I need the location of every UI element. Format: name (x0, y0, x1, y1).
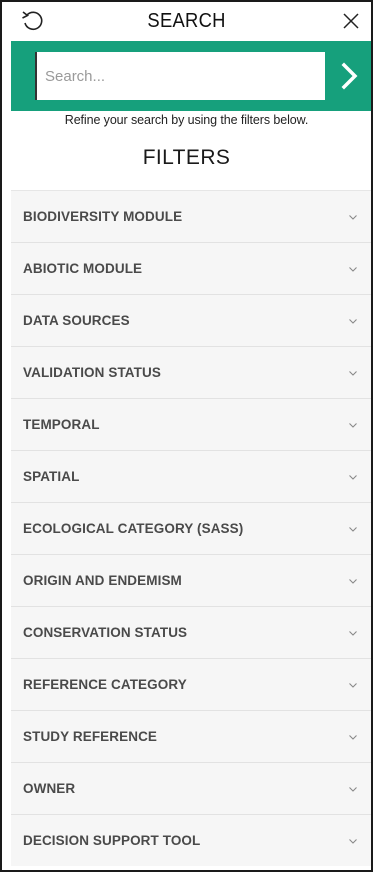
filter-label: DECISION SUPPORT TOOL (23, 833, 201, 848)
filter-label: SPATIAL (23, 469, 80, 484)
chevron-down-icon (349, 786, 357, 792)
filter-label: CONSERVATION STATUS (23, 625, 188, 640)
undo-icon[interactable] (19, 8, 45, 34)
filter-label: ABIOTIC MODULE (23, 261, 143, 276)
filter-biodiversity-module[interactable]: BIODIVERSITY MODULE (11, 190, 371, 242)
filter-conservation-status[interactable]: CONSERVATION STATUS (11, 606, 371, 658)
search-panel: SEARCH Refine your search by using the f… (0, 0, 373, 872)
chevron-down-icon (349, 370, 357, 376)
filter-label: DATA SOURCES (23, 313, 130, 328)
search-submit-button[interactable] (333, 59, 367, 93)
chevron-down-icon (349, 578, 357, 584)
filter-spatial[interactable]: SPATIAL (11, 450, 371, 502)
filter-study-reference[interactable]: STUDY REFERENCE (11, 710, 371, 762)
filter-label: BIODIVERSITY MODULE (23, 209, 183, 224)
chevron-down-icon (349, 682, 357, 688)
filter-temporal[interactable]: TEMPORAL (11, 398, 371, 450)
filter-ecological-category[interactable]: ECOLOGICAL CATEGORY (SASS) (11, 502, 371, 554)
search-bar (11, 41, 371, 111)
panel-title: SEARCH (147, 9, 226, 32)
chevron-down-icon (349, 422, 357, 428)
close-icon[interactable] (339, 9, 363, 33)
filter-origin-endemism[interactable]: ORIGIN AND ENDEMISM (11, 554, 371, 606)
chevron-down-icon (349, 266, 357, 272)
chevron-down-icon (349, 838, 357, 844)
filter-reference-category[interactable]: REFERENCE CATEGORY (11, 658, 371, 710)
chevron-down-icon (349, 318, 357, 324)
filter-label: ECOLOGICAL CATEGORY (SASS) (23, 521, 244, 536)
filter-label: REFERENCE CATEGORY (23, 677, 187, 692)
filter-label: ORIGIN AND ENDEMISM (23, 573, 182, 588)
chevron-down-icon (349, 214, 357, 220)
panel-header: SEARCH (2, 2, 371, 40)
chevron-down-icon (349, 630, 357, 636)
filter-label: TEMPORAL (23, 417, 100, 432)
chevron-down-icon (349, 734, 357, 740)
filter-label: OWNER (23, 781, 76, 796)
chevron-down-icon (349, 474, 357, 480)
filter-abiotic-module[interactable]: ABIOTIC MODULE (11, 242, 371, 294)
filter-hint-text: Refine your search by using the filters … (64, 113, 309, 127)
filter-decision-support-tool[interactable]: DECISION SUPPORT TOOL (11, 814, 371, 866)
filter-data-sources[interactable]: DATA SOURCES (11, 294, 371, 346)
filters-heading: FILTERS (142, 146, 231, 169)
filter-validation-status[interactable]: VALIDATION STATUS (11, 346, 371, 398)
search-input[interactable] (35, 52, 325, 100)
filter-label: STUDY REFERENCE (23, 729, 158, 744)
filter-owner[interactable]: OWNER (11, 762, 371, 814)
chevron-down-icon (349, 526, 357, 532)
filter-list: BIODIVERSITY MODULE ABIOTIC MODULE DATA … (11, 190, 371, 866)
filter-label: VALIDATION STATUS (23, 365, 161, 380)
